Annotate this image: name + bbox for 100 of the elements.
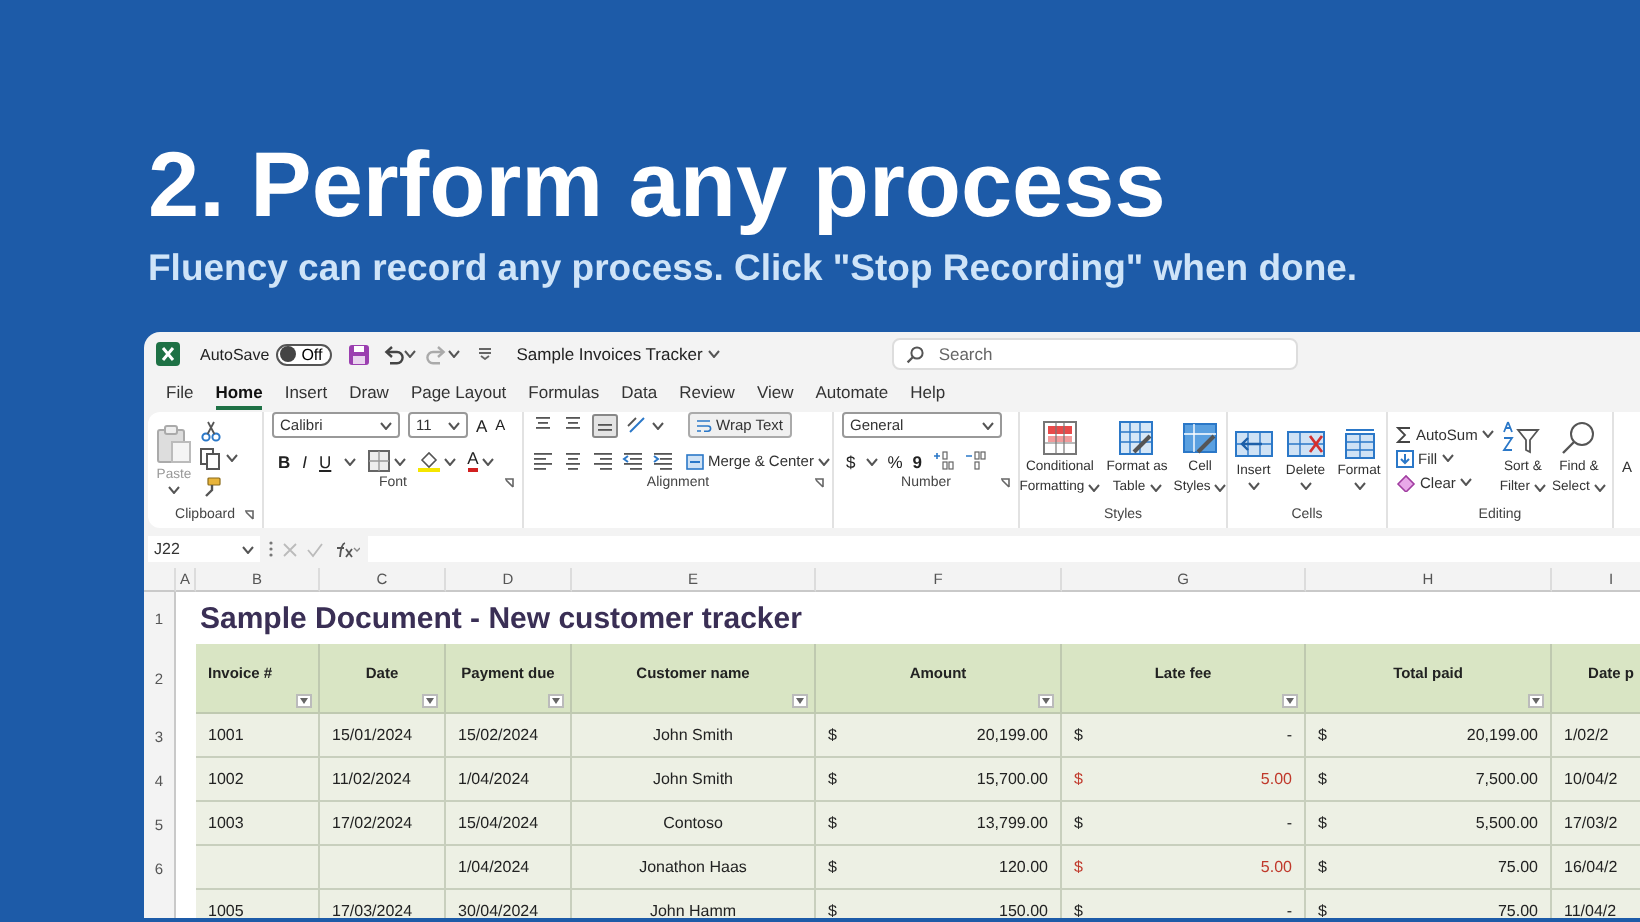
caret-icon [1149, 483, 1162, 491]
caret-icon[interactable] [443, 457, 456, 465]
currency-symbol: $ [1318, 814, 1327, 832]
delete-cells-icon [1285, 427, 1326, 459]
table-cell: 1/02/2 [1552, 714, 1640, 758]
caret-icon [1533, 483, 1546, 491]
menu-tab[interactable]: Help [910, 378, 946, 410]
table-cell: 1001 [196, 714, 320, 758]
table-cell: John Hamm [572, 890, 816, 918]
borders-icon[interactable] [367, 450, 390, 472]
caret-icon[interactable] [393, 457, 406, 465]
search-icon [906, 346, 925, 364]
align-left-icon[interactable] [532, 450, 554, 472]
filter-button[interactable] [422, 694, 438, 708]
filter-button[interactable] [1528, 694, 1544, 708]
fill-down-icon [1396, 449, 1414, 467]
caret-icon [1353, 481, 1365, 489]
caret-icon[interactable] [404, 350, 417, 358]
currency-symbol: $ [1074, 726, 1083, 744]
menu-tab[interactable]: Review [679, 378, 735, 410]
caret-icon [1593, 483, 1606, 491]
filter-button[interactable] [1038, 694, 1054, 708]
dialog-launcher-icon[interactable] [244, 510, 254, 520]
customize-toolbar-icon[interactable] [478, 348, 493, 360]
dialog-launcher-icon[interactable] [1000, 478, 1010, 488]
filter-button[interactable] [792, 694, 808, 708]
caret-icon[interactable] [448, 350, 461, 358]
caret-icon [242, 545, 254, 553]
insert-function-icon[interactable] [332, 540, 360, 558]
table-cell: 1/04/2024 [446, 846, 572, 890]
caret-icon[interactable] [343, 457, 356, 465]
menu-tab[interactable]: Formulas [528, 378, 600, 410]
amount-value: 20,199.00 [976, 726, 1048, 744]
currency-button[interactable]: $ [846, 451, 856, 471]
currency-symbol: $ [1318, 858, 1327, 876]
dropdown-icon [552, 698, 560, 704]
undo-icon[interactable] [382, 343, 405, 365]
dialog-launcher-icon[interactable] [814, 478, 824, 488]
document-title[interactable]: Sample Invoices Tracker [516, 344, 721, 364]
copy-icon[interactable] [200, 447, 222, 469]
table-cell: 15/01/2024 [320, 714, 446, 758]
menu-tab[interactable]: File [166, 378, 194, 410]
table-cell: 1003 [196, 802, 320, 846]
filter-button[interactable] [1282, 694, 1298, 708]
italic-button[interactable]: I [302, 451, 308, 471]
caret-icon[interactable] [865, 457, 878, 465]
save-icon[interactable] [348, 343, 371, 365]
caret-icon [1299, 481, 1312, 489]
dialog-launcher-icon[interactable] [504, 478, 514, 488]
increase-font-size-button[interactable]: A [476, 415, 488, 435]
align-right-icon[interactable] [592, 450, 614, 472]
table-cell: John Smith [572, 714, 816, 758]
amount-value: 75.00 [1497, 858, 1538, 876]
align-bottom-icon[interactable] [592, 413, 618, 437]
increase-indent-icon[interactable] [652, 450, 674, 472]
decrease-decimal-icon[interactable] [964, 450, 987, 472]
caret-icon [1459, 478, 1472, 486]
caret-icon[interactable] [482, 457, 495, 465]
filter-button[interactable] [296, 694, 312, 708]
menu-tab[interactable]: Page Layout [410, 378, 507, 410]
caret-icon [982, 421, 994, 429]
wrap-text-icon [696, 417, 712, 433]
conditional-formatting-icon [1041, 420, 1078, 456]
currency-symbol: $ [828, 726, 837, 744]
table-cell: 10/04/2 [1552, 758, 1640, 802]
caret-icon [817, 457, 830, 465]
excel-logo-icon [156, 342, 180, 366]
bold-button[interactable]: B [278, 451, 291, 471]
currency-symbol: $ [1074, 858, 1083, 876]
align-center-icon[interactable] [562, 450, 584, 472]
amount-value: 15,700.00 [976, 770, 1048, 788]
format-painter-icon[interactable] [200, 475, 222, 497]
table-cell [320, 846, 446, 890]
table-cell: 1002 [196, 758, 320, 802]
menu-tab[interactable]: Automate [815, 378, 889, 410]
table-cell: 11/04/2 [1552, 890, 1640, 918]
table-cell: John Smith [572, 758, 816, 802]
search-field[interactable]: Search [892, 338, 1299, 370]
percent-button[interactable]: % [887, 451, 903, 471]
menu-tab[interactable]: Draw [349, 378, 389, 410]
caret-icon[interactable] [226, 454, 238, 462]
clipboard-icon [156, 423, 192, 463]
name-box[interactable]: J22 [148, 536, 260, 562]
increase-decimal-icon[interactable] [932, 450, 955, 472]
underline-button[interactable]: U [319, 451, 332, 471]
fill-color-icon[interactable] [417, 450, 440, 472]
comma-style-button[interactable]: 9 [912, 451, 923, 471]
menu-tab[interactable]: Data [621, 378, 658, 410]
font-color-button[interactable]: A [467, 450, 479, 472]
menu-tab[interactable]: View [756, 378, 794, 410]
decrease-indent-icon[interactable] [622, 450, 644, 472]
cut-icon[interactable] [200, 419, 222, 441]
orientation-icon[interactable] [626, 414, 648, 436]
filter-button[interactable] [548, 694, 564, 708]
currency-symbol: $ [828, 814, 837, 832]
autosave-toggle[interactable]: Off [275, 343, 333, 365]
menu-tab[interactable]: Insert [284, 378, 328, 410]
slide-title: 2. Perform any process [148, 132, 1166, 236]
caret-icon[interactable] [652, 421, 664, 429]
table-cell: 1/04/2024 [446, 758, 572, 802]
